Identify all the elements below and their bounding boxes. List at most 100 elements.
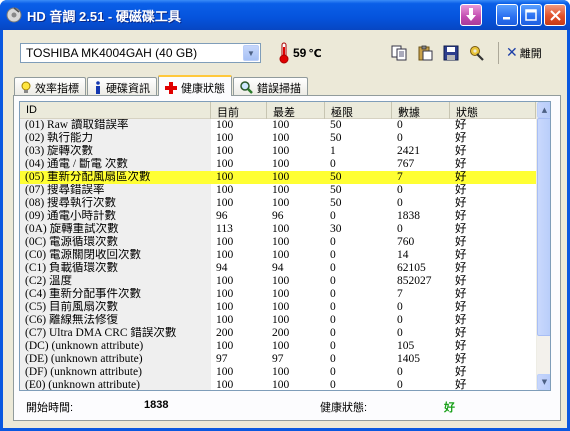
vertical-scrollbar[interactable]: ▲ ▼ — [536, 102, 550, 390]
cell-worst-value: 100 — [272, 171, 290, 183]
cell-status: 好 — [455, 366, 467, 378]
options-button[interactable] — [467, 43, 487, 63]
cell-threshold-value: 0 — [330, 275, 336, 287]
cell-raw-data: 62105 — [397, 262, 426, 274]
close-icon — [549, 9, 561, 21]
cell-attribute-id: (07) 搜尋錯誤率 — [20, 184, 211, 197]
save-button[interactable] — [441, 43, 461, 63]
cell-attribute-id: (03) 旋轉次數 — [20, 145, 211, 158]
title-bar[interactable]: HD 音調 2.51 - 硬磁碟工具 — [0, 0, 570, 30]
cell-attribute-id: (0C) 電源循環次數 — [20, 236, 211, 249]
close-button[interactable] — [544, 4, 566, 26]
cell-attribute-id: (C2) 溫度 — [20, 275, 211, 288]
tab-health[interactable]: 健康狀態 — [158, 75, 232, 96]
cell-current-value: 200 — [216, 327, 234, 339]
tab-disk-info[interactable]: 硬碟資訊 — [87, 77, 157, 95]
cell-worst-value: 100 — [272, 145, 290, 157]
table-row[interactable]: (C6) 離線無法修復 100 100 0 0 好 — [20, 314, 536, 327]
table-row[interactable]: (09) 通電小時計數 96 96 0 1838 好 — [20, 210, 536, 223]
smart-table[interactable]: ID 目前 最差 極限 數據 狀態 (01) Raw 讀取錯誤率 100 100 50… — [19, 101, 551, 391]
table-row[interactable]: (E0) (unknown attribute) 100 100 0 0 好 — [20, 379, 536, 391]
paste-button[interactable] — [415, 43, 435, 63]
cell-status: 好 — [455, 353, 467, 365]
table-row[interactable]: (08) 搜尋執行次數 100 100 50 0 好 — [20, 197, 536, 210]
cell-attribute-id: (04) 通電 / 斷電 次數 — [20, 158, 211, 171]
clipboard-icon — [418, 45, 433, 61]
table-row[interactable]: (04) 通電 / 斷電 次數 100 100 0 767 好 — [20, 158, 536, 171]
table-row[interactable]: (C2) 溫度 100 100 0 852027 好 — [20, 275, 536, 288]
column-header-data[interactable]: 數據 — [392, 102, 450, 119]
cell-attribute-id: (C1) 負載循環次數 — [20, 262, 211, 275]
table-row[interactable]: (0C) 電源循環次數 100 100 0 760 好 — [20, 236, 536, 249]
cell-raw-data: 760 — [397, 236, 415, 248]
cell-raw-data: 1838 — [397, 210, 420, 222]
window-title: HD 音調 2.51 - 硬磁碟工具 — [27, 9, 181, 24]
cell-raw-data: 0 — [397, 132, 403, 144]
cell-current-value: 100 — [216, 132, 234, 144]
temperature-unit: ℃ — [308, 46, 322, 60]
cell-attribute-id: (DC) (unknown attribute) — [20, 340, 211, 353]
tab-bar: 效率指標 硬碟資訊 健康狀態 錯誤掃描 — [14, 75, 309, 96]
table-row[interactable]: (DE) (unknown attribute) 97 97 0 1405 好 — [20, 353, 536, 366]
download-button[interactable] — [460, 4, 482, 26]
toolbar-separator — [498, 42, 499, 64]
tab-performance[interactable]: 效率指標 — [14, 77, 86, 95]
cell-threshold-value: 0 — [330, 236, 336, 248]
cell-raw-data: 0 — [397, 314, 403, 326]
table-row[interactable]: (07) 搜尋錯誤率 100 100 50 0 好 — [20, 184, 536, 197]
start-time-label: 開始時間: — [26, 402, 74, 414]
table-row[interactable]: (05) 重新分配風扇區次數 100 100 50 7 好 — [20, 171, 536, 184]
table-row[interactable]: (C1) 負載循環次數 94 94 0 62105 好 — [20, 262, 536, 275]
table-row[interactable]: (01) Raw 讀取錯誤率 100 100 50 0 好 — [20, 119, 536, 132]
exit-button[interactable]: ✕ 離開 — [506, 42, 556, 64]
status-bar: 開始時間: 1838 健康狀態: 好 — [26, 399, 546, 415]
table-row[interactable]: (02) 執行能力 100 100 50 0 好 — [20, 132, 536, 145]
scroll-up-icon[interactable]: ▲ — [537, 102, 550, 118]
column-header-status[interactable]: 狀態 — [450, 102, 536, 119]
cell-raw-data: 0 — [397, 223, 403, 235]
cell-raw-data: 0 — [397, 366, 403, 378]
column-header-id[interactable]: ID — [20, 102, 211, 119]
table-row[interactable]: (C0) 電源關閉收回次數 100 100 0 14 好 — [20, 249, 536, 262]
table-row[interactable]: (DF) (unknown attribute) 100 100 0 0 好 — [20, 366, 536, 379]
cell-threshold-value: 0 — [330, 366, 336, 378]
cell-threshold-value: 0 — [330, 249, 336, 261]
minimize-icon — [503, 17, 510, 20]
cell-status: 好 — [455, 132, 467, 144]
cell-status: 好 — [455, 236, 467, 248]
table-row[interactable]: (0A) 旋轉重試次數 113 100 30 0 好 — [20, 223, 536, 236]
copy-icon — [391, 45, 407, 61]
cell-worst-value: 100 — [272, 288, 290, 300]
table-row[interactable]: (03) 旋轉次數 100 100 1 2421 好 — [20, 145, 536, 158]
cell-attribute-id: (02) 執行能力 — [20, 132, 211, 145]
table-row[interactable]: (C4) 重新分配事件次數 100 100 0 7 好 — [20, 288, 536, 301]
cell-attribute-id: (C5) 目前風扇次數 — [20, 301, 211, 314]
red-cross-icon — [165, 81, 177, 94]
minimize-button[interactable] — [496, 4, 518, 26]
maximize-button[interactable] — [520, 4, 542, 26]
cell-raw-data: 0 — [397, 379, 403, 391]
chevron-down-icon[interactable]: ▼ — [243, 45, 259, 61]
cell-current-value: 100 — [216, 301, 234, 313]
tab-error-scan[interactable]: 錯誤掃描 — [233, 77, 308, 95]
column-header-current[interactable]: 目前 — [211, 102, 267, 119]
cell-current-value: 100 — [216, 340, 234, 352]
table-row[interactable]: (C7) Ultra DMA CRC 錯誤次數 200 200 0 0 好 — [20, 327, 536, 340]
table-row[interactable]: (DC) (unknown attribute) 100 100 0 105 好 — [20, 340, 536, 353]
column-header-worst[interactable]: 最差 — [267, 102, 325, 119]
cell-status: 好 — [455, 288, 467, 300]
copy-button[interactable] — [389, 43, 409, 63]
device-dropdown[interactable]: TOSHIBA MK4004GAH (40 GB) ▼ — [20, 43, 261, 63]
floppy-disk-icon — [443, 45, 459, 61]
app-window: HD 音調 2.51 - 硬磁碟工具 TOSHIBA MK4004GAH (40… — [0, 0, 570, 431]
scroll-thumb[interactable] — [537, 118, 550, 336]
cell-current-value: 100 — [216, 171, 234, 183]
client-area: TOSHIBA MK4004GAH (40 GB) ▼ 59 ℃ ✕ 離開 效率… — [3, 30, 567, 428]
cell-threshold-value: 0 — [330, 158, 336, 170]
tab-disk-info-label: 硬碟資訊 — [106, 81, 150, 95]
column-header-threshold[interactable]: 極限 — [325, 102, 392, 119]
table-row[interactable]: (C5) 目前風扇次數 100 100 0 0 好 — [20, 301, 536, 314]
start-time-value: 1838 — [144, 399, 169, 411]
scroll-down-icon[interactable]: ▼ — [537, 374, 550, 390]
cell-status: 好 — [455, 171, 467, 183]
